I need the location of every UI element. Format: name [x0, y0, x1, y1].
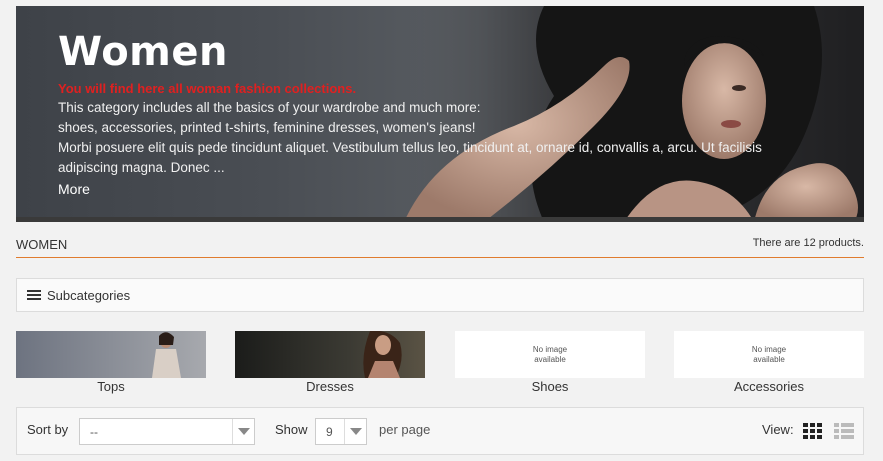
category-name: WOMEN — [16, 237, 68, 252]
subcategory-tile-dresses[interactable]: Dresses — [235, 331, 425, 396]
subcategory-tile-accessories[interactable]: No image available Accessories — [674, 331, 864, 396]
subcategory-label[interactable]: Tops — [16, 378, 206, 396]
category-title: Women — [58, 29, 228, 75]
sort-select[interactable]: -- — [79, 418, 255, 445]
chevron-down-icon[interactable] — [344, 419, 366, 444]
no-image-placeholder[interactable]: No image available — [455, 331, 645, 378]
list-icon — [27, 290, 41, 301]
category-description-line: This category includes all the basics of… — [58, 100, 481, 115]
category-heading: WOMEN There are 12 products. — [16, 236, 864, 258]
subcategory-label[interactable]: Accessories — [674, 378, 864, 396]
subcategory-image[interactable] — [235, 331, 425, 378]
category-banner: Women You will find here all woman fashi… — [16, 6, 864, 222]
product-count: There are 12 products. — [752, 237, 864, 249]
per-page-label: per page — [379, 422, 431, 437]
sort-select-value: -- — [90, 425, 98, 439]
no-image-text: No image — [751, 345, 787, 354]
chevron-down-icon[interactable] — [232, 419, 254, 444]
no-image-text: No image — [532, 345, 568, 354]
subcategory-tile-shoes[interactable]: No image available Shoes — [455, 331, 645, 396]
subcategory-tile-tops[interactable]: Tops — [16, 331, 206, 396]
category-tagline: You will find here all woman fashion col… — [58, 81, 357, 96]
subcategories-label: Subcategories — [47, 288, 131, 303]
subcategory-label[interactable]: Dresses — [235, 378, 425, 396]
subcategory-image[interactable] — [16, 331, 206, 378]
category-description-line: adipiscing magna. Donec ... — [58, 160, 225, 175]
dresses-photo — [235, 331, 425, 378]
no-image-text: available — [753, 355, 785, 364]
per-page-value: 9 — [326, 425, 333, 439]
more-link[interactable]: More — [58, 179, 90, 199]
subcategory-label[interactable]: Shoes — [455, 378, 645, 396]
product-toolbar: Sort by -- Show 9 per page View: — [16, 407, 864, 455]
no-image-placeholder[interactable]: No image available — [674, 331, 864, 378]
grid-view-icon[interactable] — [803, 423, 823, 440]
sort-by-label: Sort by — [27, 422, 69, 437]
list-view-icon[interactable] — [834, 423, 854, 440]
no-image-text: available — [534, 355, 566, 364]
category-description-line: shoes, accessories, printed t-shirts, fe… — [58, 120, 476, 135]
subcategories-heading: Subcategories — [16, 278, 864, 312]
tops-photo — [16, 331, 206, 378]
view-label: View: — [762, 422, 794, 437]
show-label: Show — [275, 422, 308, 437]
category-description-line: Morbi posuere elit quis pede tincidunt a… — [58, 140, 762, 155]
per-page-select[interactable]: 9 — [315, 418, 367, 445]
